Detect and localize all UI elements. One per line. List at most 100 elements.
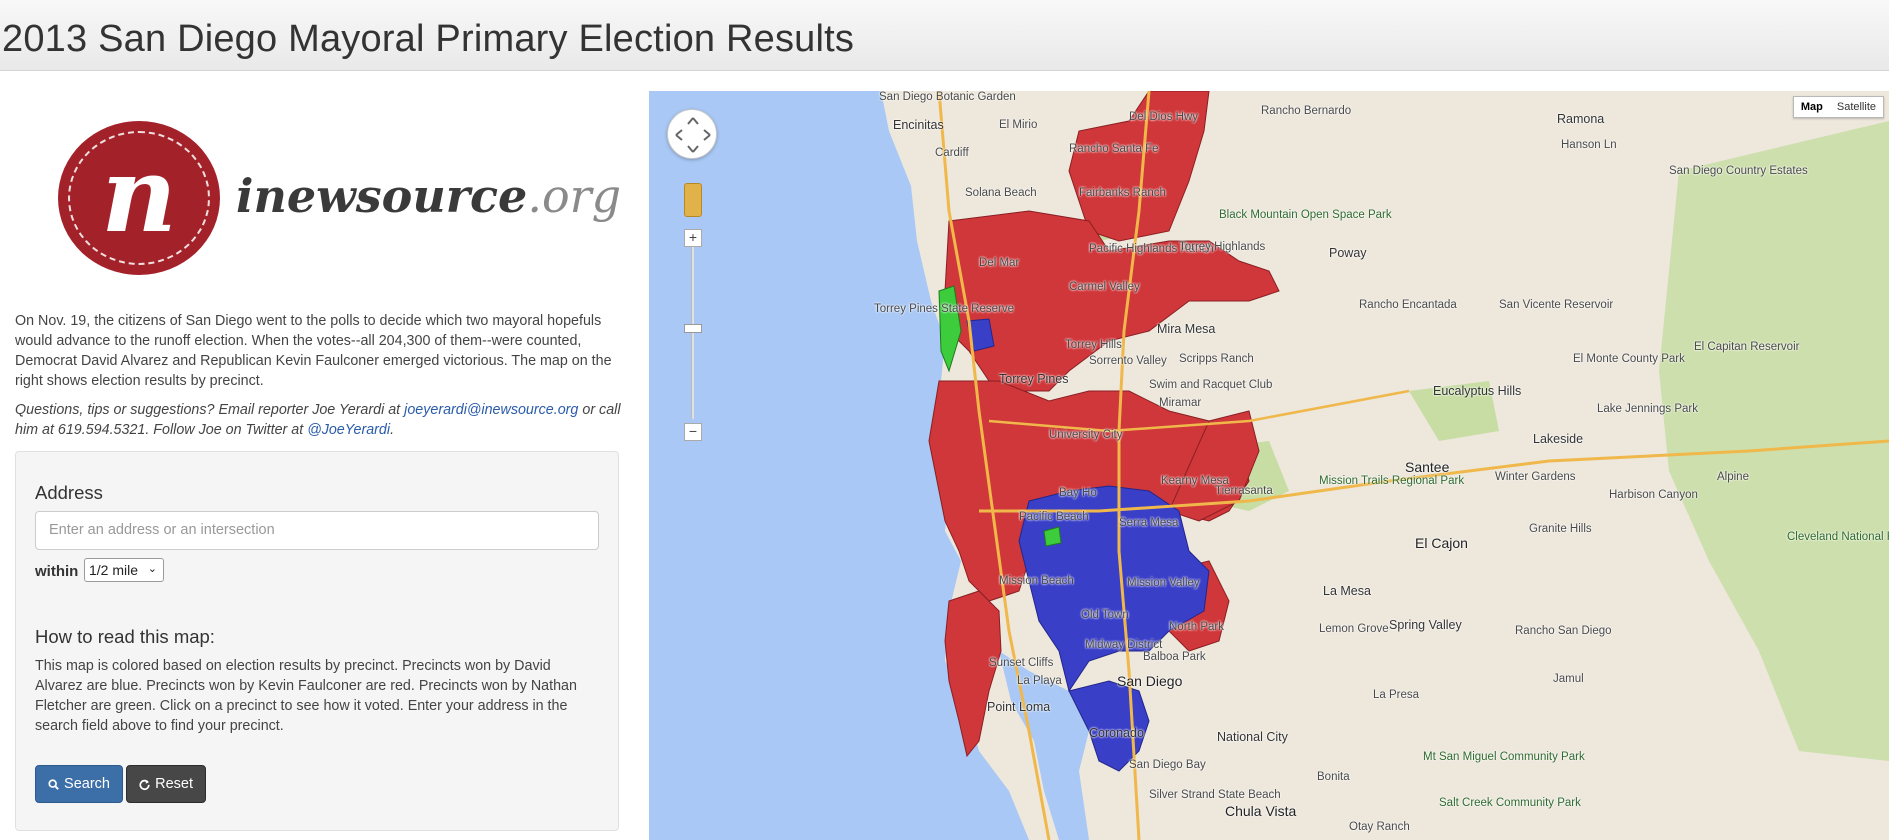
zoom-slider-handle[interactable] — [684, 324, 702, 333]
within-label: within — [35, 563, 79, 580]
address-label: Address — [35, 482, 103, 503]
search-button[interactable]: Search — [35, 765, 123, 803]
zoom-in-button[interactable]: + — [684, 229, 702, 247]
radius-selected-value: 1/2 mile — [89, 562, 139, 578]
map-label-torrey-pines-reserve: Torrey Pines State Reserve — [874, 303, 1014, 315]
map-label-winter-gardens: Winter Gardens — [1495, 471, 1576, 483]
precincts-fletcher-misc[interactable] — [1043, 526, 1062, 547]
contact-paragraph: Questions, tips or suggestions? Email re… — [15, 400, 621, 440]
map-label-el-capitan: El Capitan Reservoir — [1694, 341, 1800, 353]
map-type-map-button[interactable]: Map — [1793, 97, 1830, 117]
map-label-torrey-pines: Torrey Pines — [999, 372, 1069, 386]
map-label-silver-strand: Silver Strand State Beach — [1149, 789, 1281, 801]
address-input[interactable]: Enter an address or an intersection — [35, 511, 599, 550]
map-canvas[interactable] — [649, 91, 1889, 840]
chevron-down-icon: ⌄ — [147, 563, 157, 575]
refresh-icon — [139, 779, 150, 790]
precinct-map[interactable]: San Diego Botanic Garden Encinitas El Mi… — [649, 91, 1889, 840]
map-label-carmel-valley: Carmel Valley — [1069, 281, 1140, 293]
map-label-north-park: North Park — [1169, 621, 1224, 633]
map-label-el-camino: El Mirio — [999, 119, 1038, 131]
inewsource-logo[interactable]: n inewsource.org — [58, 121, 621, 281]
map-label-harbison: Harbison Canyon — [1609, 489, 1698, 501]
map-label-sd-country-estates: San Diego Country Estates — [1669, 165, 1808, 177]
map-label-alpine: Alpine — [1717, 471, 1749, 483]
pan-arrows-icon — [675, 117, 711, 153]
map-label-cardiff: Cardiff — [935, 147, 969, 159]
map-label-el-monte: El Monte County Park — [1573, 353, 1685, 365]
map-label-solana-beach: Solana Beach — [965, 187, 1037, 199]
map-label-miramar: Miramar — [1159, 397, 1202, 409]
map-label-fairbanks: Fairbanks Ranch — [1079, 187, 1166, 199]
pan-control[interactable] — [667, 109, 717, 159]
map-label-granite-hills: Granite Hills — [1529, 523, 1592, 535]
map-type-control: Map Satellite — [1792, 96, 1884, 118]
map-label-chula-vista: Chula Vista — [1225, 803, 1297, 819]
map-label-rancho-sd: Rancho San Diego — [1515, 625, 1612, 637]
map-label-university-city: University City — [1049, 429, 1123, 441]
map-label-torrey-highlands: Torrey Highlands — [1179, 241, 1266, 253]
map-label-sd-bay: San Diego Bay — [1129, 759, 1206, 771]
logo-wordmark: inewsource.org — [236, 169, 621, 223]
map-label-tierrasanta: Tierrasanta — [1215, 485, 1273, 497]
page-header: 2013 San Diego Mayoral Primary Election … — [0, 0, 1889, 71]
map-label-san-vicente: San Vicente Reservoir — [1499, 299, 1614, 311]
map-label-sd-botanic: San Diego Botanic Garden — [879, 91, 1016, 103]
map-label-black-mountain: Black Mountain Open Space Park — [1219, 209, 1392, 221]
map-label-spring-valley: Spring Valley — [1389, 618, 1462, 632]
search-button-label: Search — [64, 776, 110, 792]
map-label-bay-ho: Bay Ho — [1059, 487, 1097, 499]
street-view-pegman-icon[interactable] — [684, 183, 702, 217]
search-panel: Address Enter an address or an intersect… — [15, 451, 619, 831]
radius-select[interactable]: 1/2 mile ⌄ — [84, 558, 164, 582]
map-label-bonita: Bonita — [1317, 771, 1350, 783]
logo-letter: n — [101, 133, 177, 256]
map-label-cleveland: Cleveland National Fore — [1787, 531, 1889, 543]
map-label-hanson-ln: Hanson Ln — [1561, 139, 1617, 151]
map-label-poway: Poway — [1329, 246, 1367, 260]
zoom-out-button[interactable]: − — [684, 423, 702, 441]
contact-prefix: Questions, tips or suggestions? Email re… — [15, 402, 405, 418]
reset-button[interactable]: Reset — [126, 765, 206, 803]
search-icon — [48, 778, 59, 790]
map-label-scripps-ranch: Scripps Ranch — [1179, 353, 1254, 365]
map-label-balboa: Balboa Park — [1143, 651, 1206, 663]
map-label-rancho-santa-fe: Rancho Santa Fe — [1069, 143, 1159, 155]
map-label-mira-mesa: Mira Mesa — [1157, 322, 1216, 336]
map-label-el-cajon: El Cajon — [1415, 535, 1468, 551]
map-label-la-playa: La Playa — [1017, 675, 1062, 687]
map-label-rancho-bernardo: Rancho Bernardo — [1261, 105, 1352, 117]
map-label-eucalyptus: Eucalyptus Hills — [1433, 384, 1522, 398]
intro-paragraph: On Nov. 19, the citizens of San Diego we… — [15, 313, 612, 389]
map-label-mission-valley: Mission Valley — [1127, 577, 1200, 589]
email-link[interactable]: joeyerardi@inewsource.org — [404, 402, 578, 418]
map-label-otay-ranch: Otay Ranch — [1349, 821, 1410, 833]
park-cleveland — [1659, 121, 1889, 761]
map-label-serra-mesa: Serra Mesa — [1119, 517, 1179, 529]
map-label-lemon-grove: Lemon Grove — [1319, 623, 1389, 635]
logo-tld: .org — [527, 169, 622, 223]
howto-title: How to read this map: — [35, 626, 215, 647]
map-label-san-diego: San Diego — [1117, 673, 1183, 689]
map-label-santee: Santee — [1405, 459, 1450, 475]
map-label-mission-beach: Mission Beach — [999, 575, 1074, 587]
page-title: 2013 San Diego Mayoral Primary Election … — [2, 18, 855, 60]
logo-name: inewsource — [236, 169, 528, 223]
map-label-pacific-beach: Pacific Beach — [1019, 511, 1089, 523]
map-type-satellite-button[interactable]: Satellite — [1829, 97, 1883, 117]
map-label-lakeside: Lakeside — [1533, 432, 1584, 446]
map-label-lake-jennings: Lake Jennings Park — [1597, 403, 1699, 415]
map-label-swim-racquet: Swim and Racquet Club — [1149, 379, 1273, 391]
map-label-national-city: National City — [1217, 730, 1288, 744]
map-label-del-dios: Del Dios Hwy — [1129, 111, 1199, 123]
map-label-salt-creek: Salt Creek Community Park — [1439, 797, 1581, 809]
logo-badge: n — [58, 121, 220, 275]
twitter-link[interactable]: @JoeYerardi — [307, 422, 390, 438]
reset-button-label: Reset — [155, 776, 193, 792]
map-label-mission-trails: Mission Trails Regional Park — [1319, 475, 1465, 487]
contact-suffix: . — [390, 422, 395, 438]
map-label-point-loma: Point Loma — [987, 700, 1051, 714]
map-label-del-mar: Del Mar — [979, 257, 1020, 269]
map-label-rancho-encantada: Rancho Encantada — [1359, 299, 1457, 311]
map-label-sorrento: Sorrento Valley — [1089, 355, 1167, 367]
